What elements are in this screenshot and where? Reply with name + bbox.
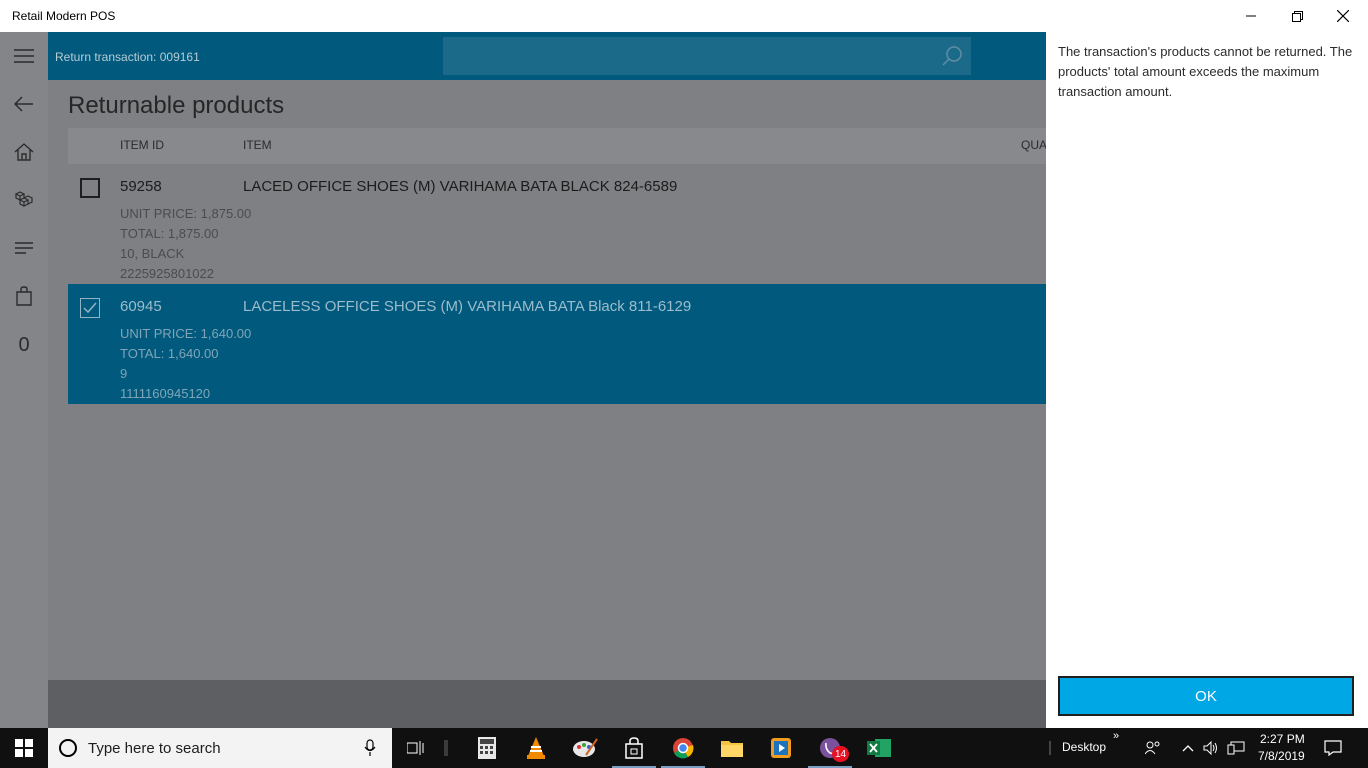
item-id: 60945 — [120, 298, 162, 315]
variant: 10, BLACK — [120, 246, 185, 261]
show-hidden-icons-button[interactable] — [1178, 728, 1198, 768]
barcode: 2225925801022 — [120, 266, 214, 281]
minimize-button[interactable] — [1228, 0, 1274, 32]
row-checkbox[interactable] — [80, 298, 100, 318]
taskbar: Type here to search 14 Desktop » 2:27 PM… — [0, 728, 1368, 768]
taskbar-app-chrome[interactable] — [659, 728, 707, 768]
return-transaction-label: Return transaction: 009161 — [55, 50, 200, 64]
list-icon[interactable] — [12, 236, 36, 260]
barcode: 1111160945120 — [120, 386, 211, 401]
message-dialog: The transaction's products cannot be ret… — [1046, 32, 1368, 728]
minimize-icon — [1246, 15, 1256, 17]
hamburger-menu-icon[interactable] — [12, 44, 36, 68]
network-button[interactable] — [1224, 728, 1248, 768]
notification-icon — [1324, 740, 1342, 756]
media-player-icon — [771, 738, 791, 758]
taskbar-divider — [436, 728, 456, 768]
taskbar-search-box[interactable]: Type here to search — [48, 728, 392, 768]
unit-price: UNIT PRICE: 1,640.00 — [120, 326, 252, 341]
taskbar-app-vlc[interactable] — [512, 728, 560, 768]
taskbar-app-calculator[interactable] — [463, 728, 511, 768]
restore-button[interactable] — [1274, 0, 1320, 32]
bottom-app-bar — [48, 680, 1046, 728]
start-button[interactable] — [0, 728, 48, 768]
taskbar-divider — [1046, 728, 1054, 768]
taskbar-app-viber[interactable]: 14 — [806, 728, 854, 768]
taskbar-app-file-explorer[interactable] — [708, 728, 756, 768]
returnable-products-table: ITEM ID ITEM QUA 59258 LACED OFFICE SHOE… — [68, 128, 1047, 404]
cortana-icon — [59, 739, 77, 757]
table-row[interactable]: 60945 LACELESS OFFICE SHOES (M) VARIHAMA… — [68, 284, 1046, 404]
speaker-icon — [1203, 741, 1217, 755]
restore-icon — [1291, 10, 1303, 22]
dialog-message: The transaction's products cannot be ret… — [1058, 44, 1353, 99]
chrome-icon — [673, 738, 694, 759]
total-price: TOTAL: 1,640.00 — [120, 346, 219, 361]
column-header-item-id[interactable]: ITEM ID — [120, 138, 164, 152]
taskbar-app-paint[interactable] — [561, 728, 609, 768]
task-view-icon — [407, 741, 424, 755]
excel-icon — [867, 739, 891, 757]
page-title: Returnable products — [68, 92, 285, 119]
nav-rail: 0 — [0, 32, 48, 728]
window-title: Retail Modern POS — [12, 9, 116, 23]
close-window-button[interactable] — [1320, 0, 1366, 32]
title-bar: Retail Modern POS — [0, 0, 1368, 32]
chevrons-icon[interactable]: » — [1113, 730, 1119, 742]
search-icon[interactable] — [941, 45, 963, 67]
ok-button[interactable]: OK — [1058, 676, 1354, 716]
clock-time[interactable]: 2:27 PM — [1260, 732, 1305, 746]
notification-badge: 14 — [832, 746, 850, 762]
chevron-up-icon — [1182, 745, 1194, 752]
app-header: Return transaction: 009161 — [48, 32, 1046, 80]
item-name: LACELESS OFFICE SHOES (M) VARIHAMA BATA … — [243, 298, 692, 315]
task-view-button[interactable] — [392, 728, 440, 768]
network-icon — [1227, 741, 1245, 755]
calculator-icon — [478, 737, 496, 759]
taskbar-app-excel[interactable] — [855, 728, 903, 768]
cart-count[interactable]: 0 — [0, 334, 48, 357]
item-id: 59258 — [120, 178, 162, 195]
close-icon — [1337, 10, 1349, 22]
column-header-item[interactable]: ITEM — [243, 138, 272, 152]
table-row[interactable]: 59258 LACED OFFICE SHOES (M) VARIHAMA BA… — [68, 164, 1046, 284]
taskbar-app-retail-pos[interactable] — [610, 728, 658, 768]
people-button[interactable] — [1140, 728, 1166, 768]
shopping-bag-app-icon — [625, 737, 643, 759]
total-price: TOTAL: 1,875.00 — [120, 226, 219, 241]
products-icon[interactable] — [12, 188, 36, 212]
item-name: LACED OFFICE SHOES (M) VARIHAMA BATA BLA… — [243, 178, 678, 195]
main-content: Returnable products ITEM ID ITEM QUA 592… — [48, 80, 1047, 680]
volume-button[interactable] — [1200, 728, 1222, 768]
vlc-icon — [527, 737, 545, 759]
search-input[interactable] — [443, 37, 971, 75]
back-arrow-icon[interactable] — [12, 92, 36, 116]
column-header-quantity[interactable]: QUA — [1021, 138, 1047, 152]
table-header: ITEM ID ITEM QUA — [68, 128, 1047, 164]
checkmark-icon — [83, 302, 97, 314]
row-checkbox[interactable] — [80, 178, 100, 198]
people-icon — [1145, 741, 1160, 755]
unit-price: UNIT PRICE: 1,875.00 — [120, 206, 252, 221]
paint-icon — [573, 738, 598, 757]
folder-icon — [721, 741, 743, 757]
taskbar-search-placeholder: Type here to search — [88, 740, 221, 757]
windows-logo-icon — [15, 739, 33, 757]
taskbar-app-media-player[interactable] — [757, 728, 805, 768]
home-icon[interactable] — [12, 140, 36, 164]
variant: 9 — [120, 366, 128, 381]
microphone-icon[interactable] — [364, 739, 376, 757]
desktop-toolbar-label[interactable]: Desktop — [1062, 740, 1106, 754]
action-center-button[interactable] — [1318, 728, 1348, 768]
clock-date[interactable]: 7/8/2019 — [1258, 749, 1305, 763]
shopping-bag-icon[interactable] — [12, 284, 36, 308]
